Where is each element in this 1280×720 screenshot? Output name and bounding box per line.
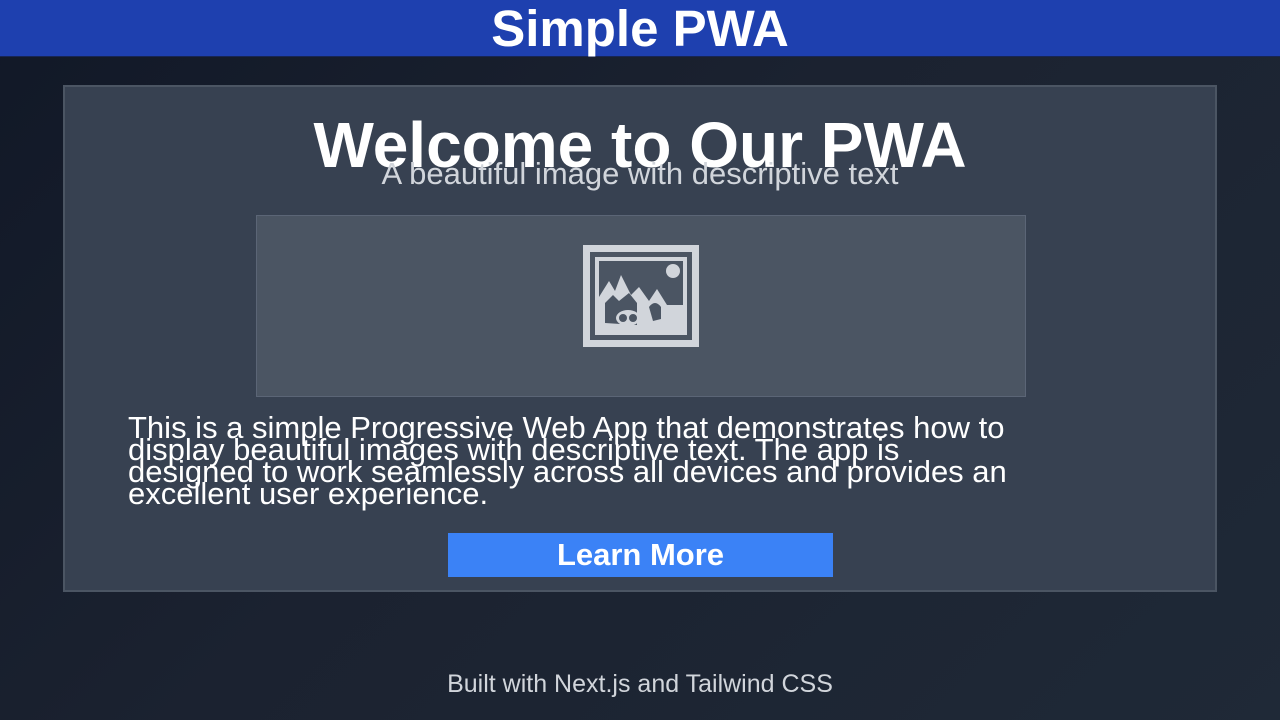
subtitle: A beautiful image with descriptive text	[381, 156, 899, 191]
image-placeholder	[256, 215, 1026, 397]
content-card: Welcome to Our PWA A beautiful image wit…	[63, 85, 1217, 592]
image-placeholder-icon	[583, 245, 699, 347]
app-header: Simple PWA	[0, 0, 1280, 57]
description-text: This is a simple Progressive Web App tha…	[128, 410, 1007, 511]
footer-text: Built with Next.js and Tailwind CSS	[447, 670, 833, 698]
learn-more-button[interactable]: Learn More	[448, 533, 833, 577]
app-title: Simple PWA	[491, 0, 789, 57]
